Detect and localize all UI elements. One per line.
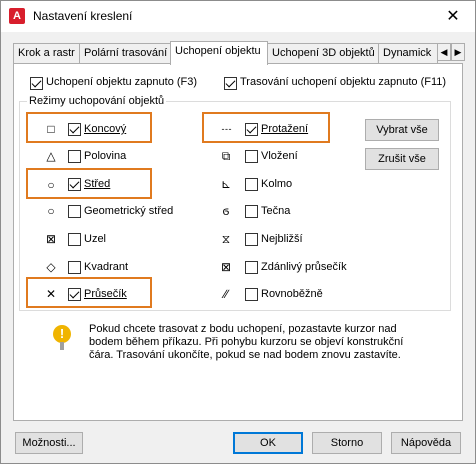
node-label: Uzel bbox=[84, 233, 107, 245]
midpoint-checkbox[interactable] bbox=[68, 150, 81, 163]
insertion-checkbox[interactable] bbox=[245, 150, 258, 163]
midpoint-label: Polovina bbox=[84, 150, 127, 162]
insertion-label: Vložení bbox=[261, 150, 298, 162]
nearest-label: Nejbližší bbox=[261, 233, 303, 245]
select-all-button[interactable]: Vybrat vše bbox=[365, 119, 439, 141]
apparent-intersection-checkbox[interactable] bbox=[245, 261, 258, 274]
tangent-symbol-icon: ϭ bbox=[222, 204, 230, 218]
highlight-extension bbox=[202, 112, 330, 143]
tracking-info-text: Pokud chcete trasovat z bodu uchopení, p… bbox=[89, 323, 404, 361]
highlight-center bbox=[26, 168, 152, 199]
snap-on-checkbox[interactable] bbox=[30, 77, 43, 90]
midpoint-symbol-icon: △ bbox=[46, 149, 56, 163]
parallel-symbol-icon: ∕∕ bbox=[223, 287, 228, 301]
perpendicular-label: Kolmo bbox=[261, 178, 293, 190]
tab-scroll: ◀ ▶ bbox=[437, 43, 465, 61]
snap-modes-group-label: Režimy uchopování objektů bbox=[27, 95, 167, 107]
apparent-intersection-label: Zdánlivý průsečík bbox=[261, 261, 347, 273]
options-button[interactable]: Možnosti... bbox=[15, 432, 83, 454]
dialog-window: A Nastavení kreslení ✕ Krok a rastr Polá… bbox=[0, 0, 476, 464]
tab-dynamic-input[interactable]: Dynamick bbox=[378, 43, 438, 63]
autocad-app-icon: A bbox=[9, 8, 25, 24]
apparent-intersection-symbol-icon: ⊠ bbox=[220, 260, 232, 274]
perpendicular-symbol-icon: ⊾ bbox=[220, 177, 232, 191]
nearest-symbol-icon: ⧖ bbox=[221, 232, 231, 246]
quadrant-symbol-icon: ◇ bbox=[46, 260, 56, 274]
perpendicular-checkbox[interactable] bbox=[245, 178, 258, 191]
geometric-center-checkbox[interactable] bbox=[68, 205, 81, 218]
tracking-on-label: Trasování uchopení objektu zapnuto (F11) bbox=[240, 76, 447, 88]
lightbulb-icon: ! bbox=[53, 325, 71, 343]
node-symbol-icon: ⊠ bbox=[45, 232, 57, 246]
tangent-checkbox[interactable] bbox=[245, 205, 258, 218]
ok-button[interactable]: OK bbox=[233, 432, 303, 454]
close-button[interactable]: ✕ bbox=[431, 2, 475, 31]
nearest-checkbox[interactable] bbox=[245, 233, 258, 246]
tangent-label: Tečna bbox=[261, 205, 291, 217]
tab-snap-grid[interactable]: Krok a rastr bbox=[13, 43, 80, 63]
tracking-on-checkbox[interactable] bbox=[224, 77, 237, 90]
lightbulb-base-icon bbox=[60, 342, 64, 350]
tab-scroll-right-button[interactable]: ▶ bbox=[451, 43, 465, 61]
insertion-symbol-icon: ⧉ bbox=[221, 149, 231, 163]
geometric-center-label: Geometrický střed bbox=[84, 205, 174, 217]
tab-object-snap[interactable]: Uchopení objektu bbox=[170, 41, 268, 65]
parallel-checkbox[interactable] bbox=[245, 288, 258, 301]
highlight-intersection bbox=[26, 277, 152, 308]
tab-polar-tracking[interactable]: Polární trasování bbox=[79, 43, 171, 63]
tab-scroll-left-button[interactable]: ◀ bbox=[437, 43, 451, 61]
parallel-label: Rovnoběžně bbox=[261, 288, 323, 300]
clear-all-button[interactable]: Zrušit vše bbox=[365, 148, 439, 170]
help-button[interactable]: Nápověda bbox=[391, 432, 461, 454]
geometric-center-symbol-icon: ○ bbox=[47, 204, 55, 218]
quadrant-label: Kvadrant bbox=[84, 261, 129, 273]
tab-strip: Krok a rastr Polární trasování Uchopení … bbox=[13, 41, 465, 65]
cancel-button[interactable]: Storno bbox=[312, 432, 382, 454]
quadrant-checkbox[interactable] bbox=[68, 261, 81, 274]
snap-on-label: Uchopení objektu zapnuto (F3) bbox=[46, 76, 198, 88]
tab-3d-object-snap[interactable]: Uchopení 3D objektů bbox=[267, 43, 379, 63]
window-title: Nastavení kreslení bbox=[33, 9, 133, 23]
node-checkbox[interactable] bbox=[68, 233, 81, 246]
title-bar: A Nastavení kreslení ✕ bbox=[1, 1, 475, 32]
highlight-endpoint bbox=[26, 112, 152, 143]
